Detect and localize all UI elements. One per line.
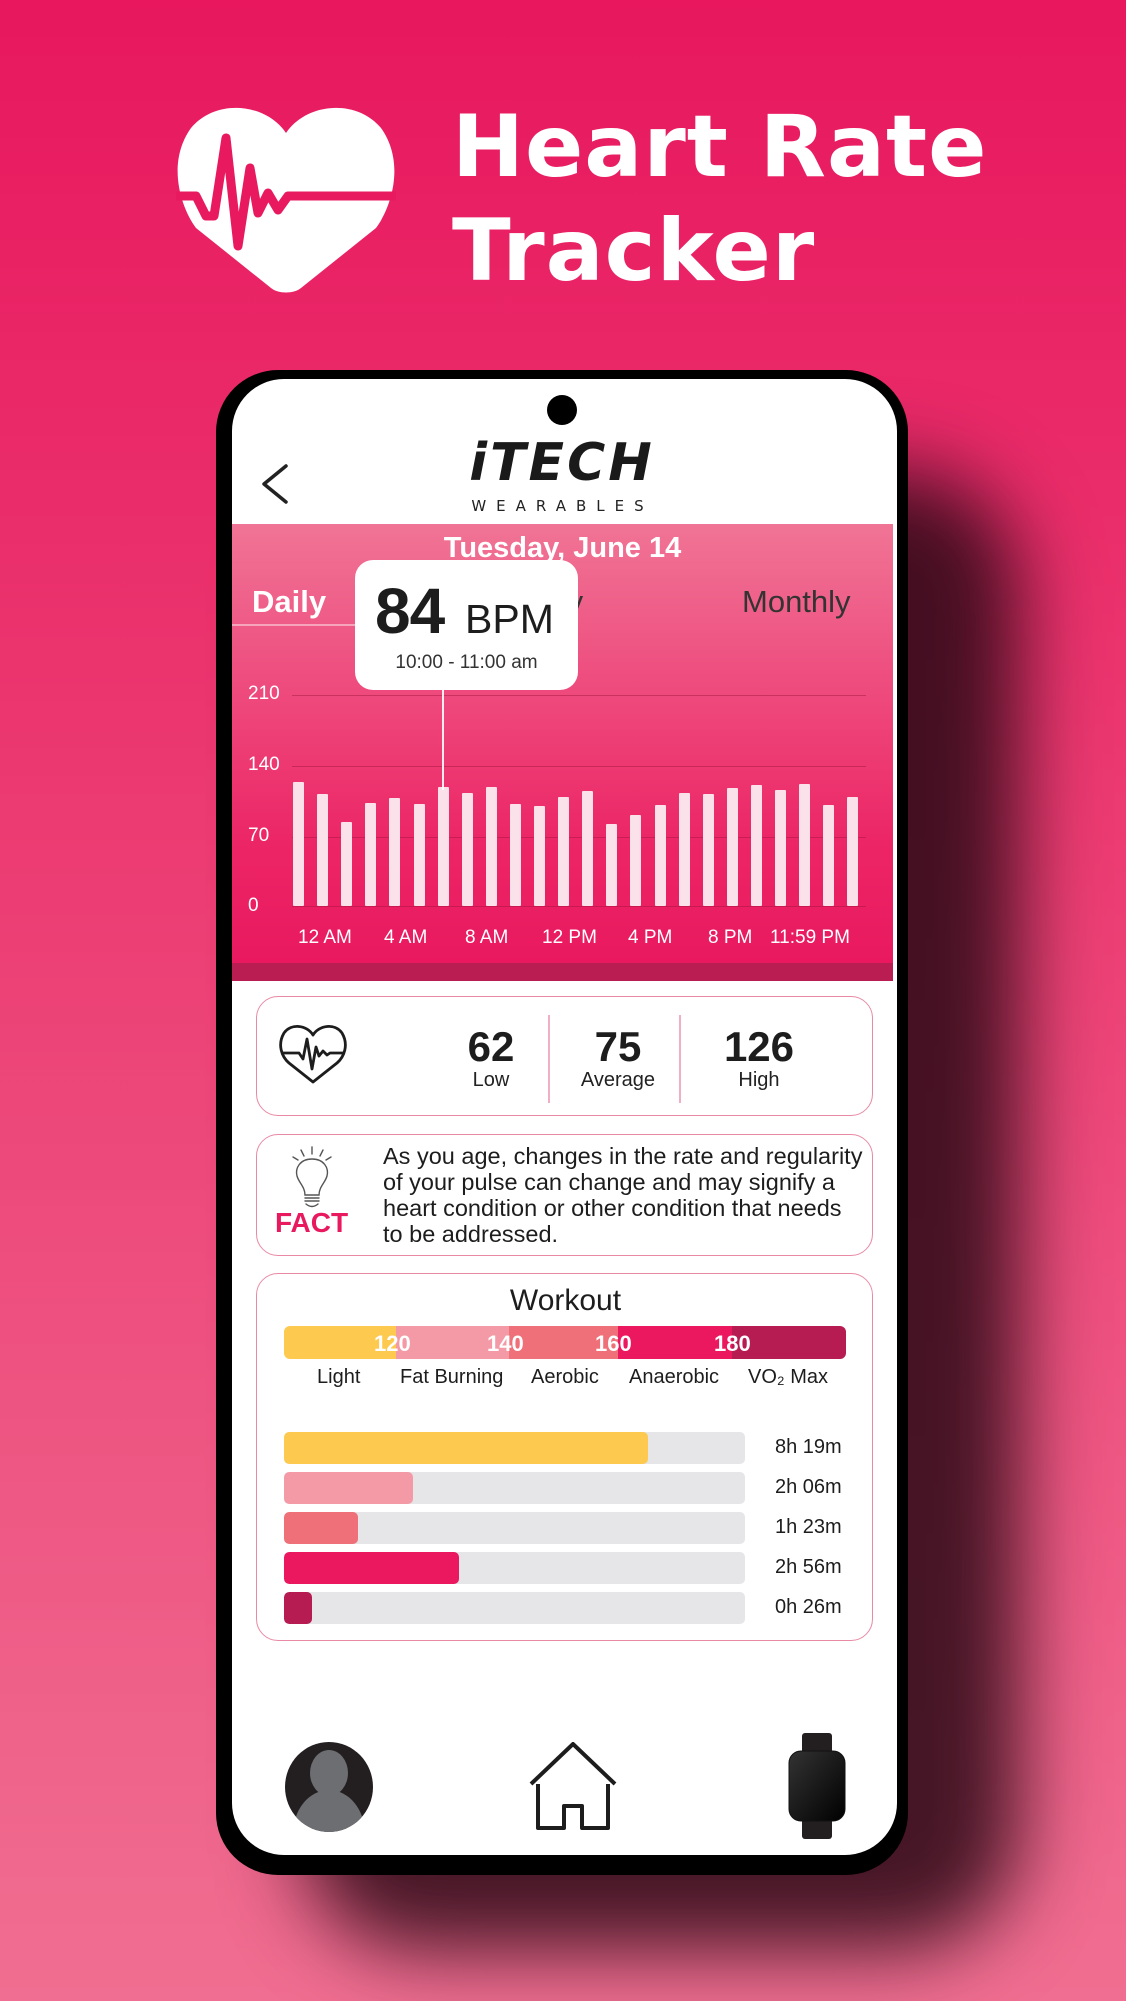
zone-duration-label: 2h 06m — [775, 1476, 842, 1498]
heart-rate-stats-card: 62 Low 75 Average 126 High — [256, 996, 873, 1116]
zone-duration-label: 2h 56m — [775, 1556, 842, 1578]
chart-bar[interactable] — [365, 802, 377, 906]
tooltip-time-range: 10:00 - 11:00 am — [395, 652, 538, 673]
zone-threshold: 180 — [714, 1331, 751, 1356]
zone-duration-bar — [284, 1552, 745, 1584]
fact-text: As you age, changes in the rate and regu… — [383, 1143, 863, 1247]
tooltip-pointer-line — [442, 684, 444, 790]
brand-name: iTECH — [469, 436, 655, 486]
chart-bar[interactable] — [678, 793, 690, 906]
chart-bar[interactable] — [823, 804, 835, 906]
chart-bar[interactable] — [847, 797, 859, 906]
chart-bar[interactable] — [341, 821, 353, 906]
zone-duration-label: 1h 23m — [775, 1516, 842, 1538]
chart-bar[interactable] — [582, 791, 594, 906]
zone-duration-bar — [284, 1512, 745, 1544]
chart-panel-footer-strip — [232, 963, 893, 981]
chart-bar[interactable] — [317, 794, 329, 906]
chart-bar[interactable] — [534, 805, 545, 906]
zone-duration-bar — [284, 1432, 745, 1464]
x-tick-label: 8 AM — [465, 927, 509, 948]
zone-duration-fill — [284, 1432, 649, 1464]
x-tick-label: 8 PM — [708, 927, 753, 948]
chart-bar[interactable] — [293, 782, 304, 906]
stat-high-label: High — [738, 1069, 780, 1091]
lightbulb-icon — [292, 1146, 332, 1208]
chart-bar[interactable] — [558, 797, 570, 906]
chart-bar[interactable] — [726, 788, 738, 906]
fact-card: FACT As you age, changes in the rate and… — [256, 1134, 873, 1256]
chart-bar[interactable] — [799, 784, 811, 906]
chart-bar[interactable] — [654, 804, 666, 906]
zone-label: Light — [317, 1366, 361, 1388]
heart-pulse-icon — [279, 1025, 347, 1084]
chart-bar[interactable] — [461, 793, 473, 906]
stat-low-value: 62 — [467, 1023, 515, 1070]
zone-label: Anaerobic — [629, 1366, 720, 1388]
divider — [679, 1015, 681, 1103]
zone-threshold: 120 — [374, 1331, 411, 1356]
zone-duration-fill — [284, 1472, 414, 1504]
user-avatar-icon[interactable] — [284, 1742, 374, 1832]
heart-pulse-icon — [176, 107, 396, 293]
stat-average-label: Average — [580, 1069, 656, 1091]
bpm-tooltip: 84 BPM 10:00 - 11:00 am — [355, 560, 578, 690]
heart-rate-zone-bar — [284, 1326, 846, 1359]
brand-subtitle: WEARABLES — [471, 497, 654, 515]
home-icon[interactable] — [528, 1742, 618, 1832]
stat-low-label: Low — [472, 1069, 510, 1091]
chart-bar[interactable] — [389, 798, 401, 906]
camera-hole — [547, 395, 577, 425]
stat-high-value: 126 — [723, 1023, 795, 1070]
chart-bar[interactable] — [750, 785, 762, 906]
hero-title-line2: Tracker — [452, 201, 816, 301]
zone-label: Fat Burning — [400, 1366, 504, 1388]
workout-card: Workout 120 140 160 180 Light Fat Burnin… — [256, 1273, 873, 1641]
x-tick-label: 12 AM — [298, 927, 352, 948]
zone-threshold: 160 — [595, 1331, 632, 1356]
chart-bar[interactable] — [509, 803, 521, 906]
workout-title: Workout — [509, 1284, 622, 1317]
smartwatch-icon[interactable] — [788, 1733, 846, 1839]
x-tick-label: 4 PM — [628, 927, 673, 948]
zone-duration-fill — [284, 1552, 460, 1584]
zone-duration-bar — [284, 1592, 745, 1624]
fact-label: FACT — [275, 1207, 349, 1238]
zone-duration-bar — [284, 1472, 745, 1504]
hero-title-line1: Heart Rate — [452, 97, 988, 197]
zone-duration-fill — [284, 1512, 358, 1544]
chart-bar[interactable] — [485, 787, 497, 906]
heart-rate-chart-panel: Tuesday, June 14 Daily Weekly Monthly 21… — [232, 524, 893, 981]
stat-average-value: 75 — [594, 1023, 642, 1070]
chart-bar[interactable] — [702, 794, 714, 906]
zone-duration-label: 0h 26m — [775, 1596, 842, 1618]
x-tick-label: 11:59 PM — [770, 927, 850, 948]
chart-bar[interactable] — [775, 790, 786, 906]
x-tick-label: 4 AM — [384, 927, 428, 948]
brand-logo: iTECH — [469, 436, 655, 486]
x-tick-label: 12 PM — [542, 927, 597, 948]
zone-threshold: 140 — [487, 1331, 524, 1356]
zone-label: Aerobic — [531, 1366, 599, 1388]
chart-bar[interactable] — [606, 823, 618, 906]
zone-duration-label: 8h 19m — [775, 1436, 842, 1458]
chart-bar[interactable] — [437, 787, 449, 906]
tooltip-bpm-value: 84 — [375, 575, 445, 647]
zone-duration-fill — [284, 1592, 312, 1624]
zone-label: VO₂ Max — [748, 1366, 828, 1388]
tooltip-bpm-unit: BPM — [465, 596, 554, 642]
chart-bar[interactable] — [630, 814, 642, 906]
chart-bar[interactable] — [413, 803, 425, 906]
chevron-left-icon[interactable] — [258, 462, 292, 506]
